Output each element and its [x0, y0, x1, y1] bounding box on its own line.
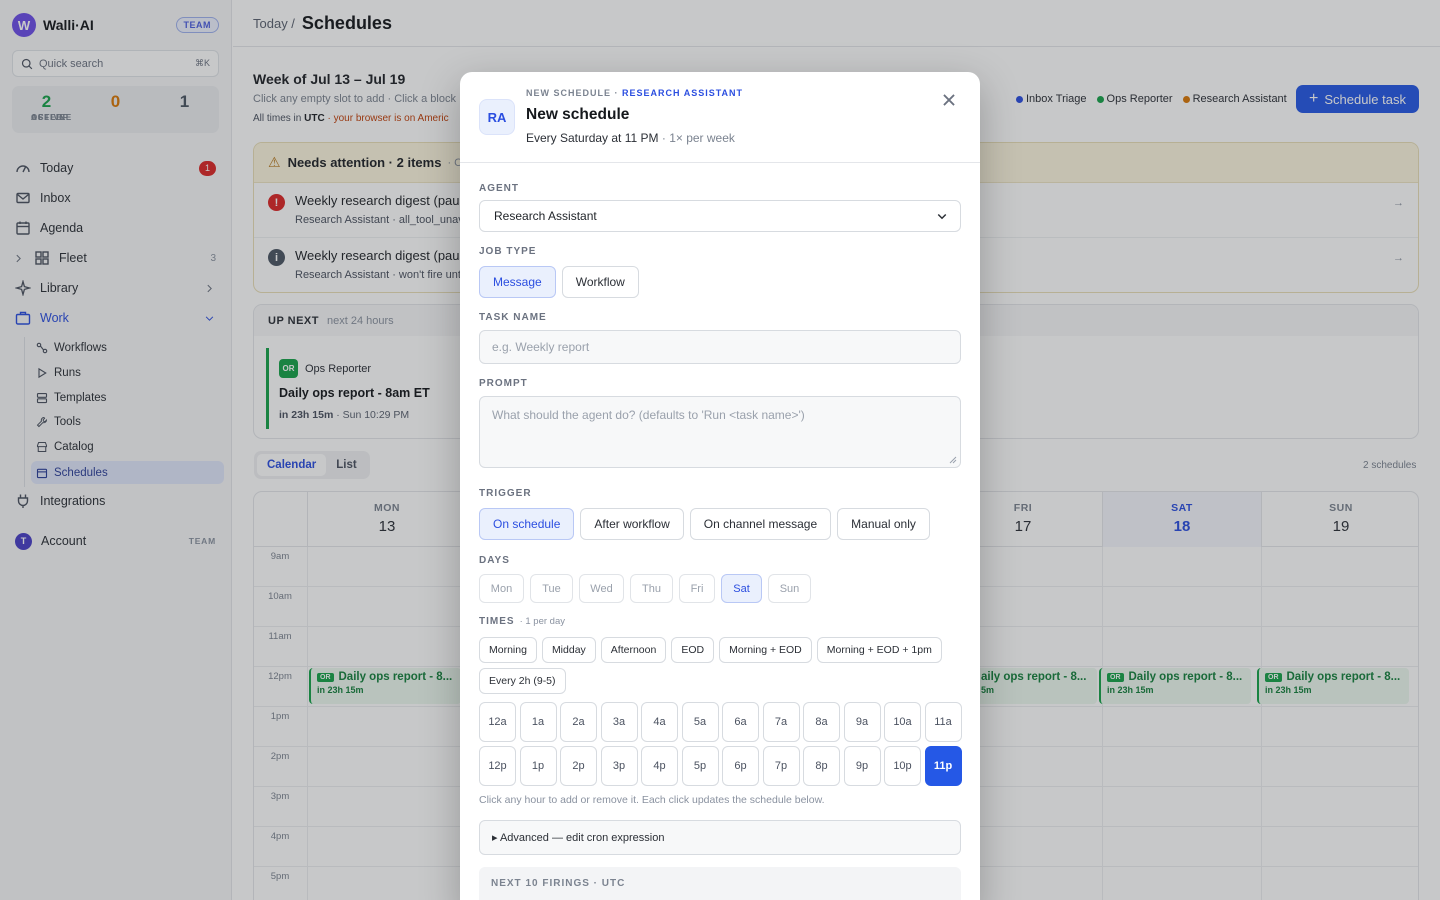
times-title: TIMES: [479, 616, 515, 627]
preset-eod[interactable]: EOD: [671, 637, 715, 663]
prompt-textarea[interactable]: What should the agent do? (defaults to '…: [479, 396, 961, 468]
prompt-label: PROMPT: [479, 378, 528, 389]
agent-select-value: Research Assistant: [494, 209, 597, 223]
agent-avatar: RA: [479, 99, 515, 135]
hour-cell[interactable]: 8p: [803, 746, 840, 786]
task-name-label: TASK NAME: [479, 312, 547, 323]
hour-cell[interactable]: 7p: [762, 746, 800, 786]
dialog-header: RA NEW SCHEDULE · RESEARCH ASSISTANT New…: [460, 72, 980, 163]
hour-picker-hint: Click any hour to add or remove it. Each…: [479, 794, 825, 806]
hour-cell[interactable]: 6a: [722, 702, 759, 742]
agent-select[interactable]: Research Assistant: [479, 200, 961, 232]
hour-cell[interactable]: 6p: [722, 746, 759, 786]
job-type-label: JOB TYPE: [479, 246, 537, 257]
hour-cell[interactable]: 4p: [641, 746, 678, 786]
next-firings-label: NEXT 10 FIRINGS · UTC: [491, 878, 626, 889]
resize-handle-icon[interactable]: [949, 456, 957, 464]
dialog-eyebrow: NEW SCHEDULE · RESEARCH ASSISTANT: [526, 88, 743, 98]
hour-cell[interactable]: 7a: [762, 702, 800, 742]
hour-picker: 12a 1a 2a 3a 4a 5a 6a 7a 8a 9a 10a 11a 1…: [479, 702, 962, 786]
day-wed[interactable]: Wed: [579, 574, 624, 603]
prompt-placeholder: What should the agent do? (defaults to '…: [492, 408, 805, 422]
schedule-summary: Every Saturday at 11 PM · 1× per week: [526, 131, 735, 145]
trigger-options: On schedule After workflow On channel me…: [479, 508, 936, 540]
day-sat[interactable]: Sat: [721, 574, 762, 603]
day-mon[interactable]: Mon: [479, 574, 524, 603]
trigger-label: TRIGGER: [479, 488, 532, 499]
job-type-message[interactable]: Message: [479, 266, 556, 298]
time-presets: Morning Midday Afternoon EOD Morning + E…: [479, 637, 947, 663]
preset-morning-eod[interactable]: Morning + EOD: [719, 637, 812, 663]
hour-cell[interactable]: 1p: [519, 746, 557, 786]
advanced-cron-toggle[interactable]: ▸ Advanced — edit cron expression: [479, 820, 961, 855]
hour-cell[interactable]: 12p: [479, 746, 516, 786]
hour-cell[interactable]: 4a: [641, 702, 678, 742]
eyebrow-agent: RESEARCH ASSISTANT: [622, 88, 744, 98]
next-firings-panel: NEXT 10 FIRINGS · UTC: [479, 867, 961, 900]
trigger-on-channel-message[interactable]: On channel message: [689, 508, 832, 540]
hour-cell[interactable]: 5a: [681, 702, 719, 742]
day-sun[interactable]: Sun: [768, 574, 811, 603]
preset-midday[interactable]: Midday: [541, 637, 596, 663]
hour-cell[interactable]: 3p: [600, 746, 638, 786]
hour-cell[interactable]: 1a: [519, 702, 557, 742]
hour-cell[interactable]: 9a: [843, 702, 881, 742]
job-type-workflow[interactable]: Workflow: [561, 266, 639, 298]
preset-every-2h[interactable]: Every 2h (9-5): [479, 668, 566, 694]
times-sub: · 1 per day: [519, 616, 565, 627]
hour-cell[interactable]: 10a: [884, 702, 921, 742]
hour-cell[interactable]: 9p: [843, 746, 881, 786]
summary-frequency: · 1× per week: [661, 131, 735, 145]
trigger-manual-only[interactable]: Manual only: [837, 508, 930, 540]
hour-cell[interactable]: 5p: [681, 746, 719, 786]
hour-cell[interactable]: 10p: [884, 746, 921, 786]
hour-cell[interactable]: 12a: [479, 702, 516, 742]
summary-text: Every Saturday at 11 PM: [526, 131, 659, 145]
hour-cell[interactable]: 2p: [560, 746, 597, 786]
task-name-input[interactable]: e.g. Weekly report: [479, 330, 961, 364]
day-thu[interactable]: Thu: [630, 574, 673, 603]
day-fri[interactable]: Fri: [679, 574, 715, 603]
task-name-placeholder: e.g. Weekly report: [492, 340, 590, 354]
trigger-after-workflow[interactable]: After workflow: [580, 508, 684, 540]
chevron-down-icon: [937, 213, 947, 220]
hour-cell[interactable]: 2a: [560, 702, 597, 742]
preset-afternoon[interactable]: Afternoon: [600, 637, 667, 663]
dialog-title: New schedule: [526, 106, 630, 123]
new-schedule-dialog: RA NEW SCHEDULE · RESEARCH ASSISTANT New…: [460, 72, 980, 900]
job-type-toggle: Message Workflow: [479, 266, 645, 298]
close-icon[interactable]: [940, 91, 958, 109]
eyebrow-prefix: NEW SCHEDULE ·: [526, 88, 619, 98]
day-tue[interactable]: Tue: [530, 574, 573, 603]
times-label: TIMES · 1 per day: [479, 616, 565, 627]
hour-cell[interactable]: 8a: [803, 702, 840, 742]
preset-morning-eod-1pm[interactable]: Morning + EOD + 1pm: [816, 637, 942, 663]
time-presets-row-2: Every 2h (9-5): [479, 668, 571, 694]
days-picker: Mon Tue Wed Thu Fri Sat Sun: [479, 574, 817, 603]
trigger-on-schedule[interactable]: On schedule: [479, 508, 575, 540]
hour-cell-selected[interactable]: 11p: [924, 746, 962, 786]
days-label: DAYS: [479, 555, 510, 566]
preset-morning[interactable]: Morning: [479, 637, 537, 663]
hour-cell[interactable]: 3a: [600, 702, 638, 742]
agent-label: AGENT: [479, 183, 519, 194]
hour-cell[interactable]: 11a: [924, 702, 962, 742]
